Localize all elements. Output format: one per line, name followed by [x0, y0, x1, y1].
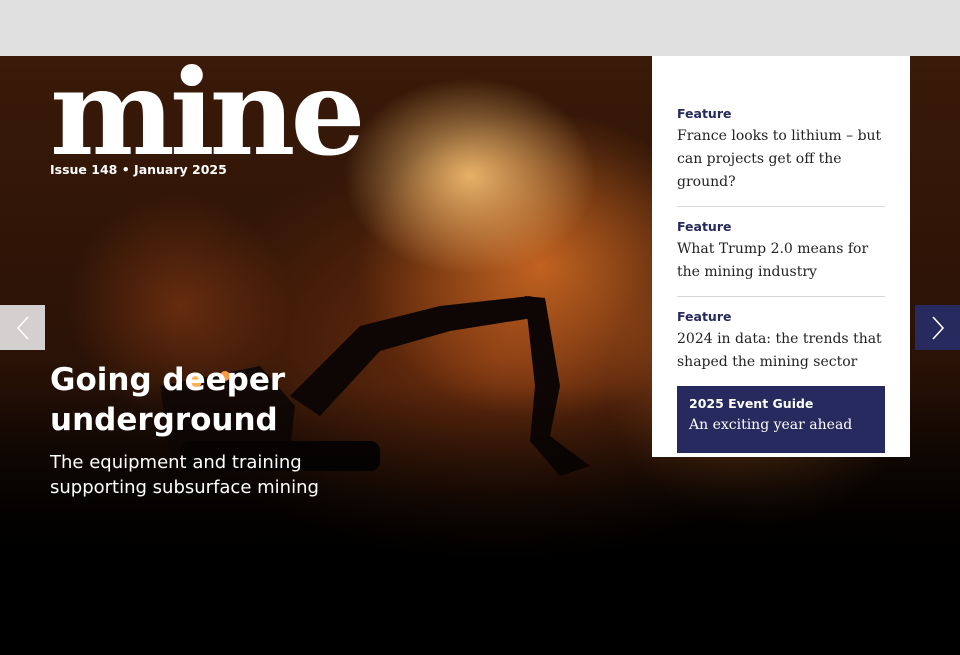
article-kicker: Feature	[677, 219, 732, 234]
hero-headline[interactable]: Going deeper underground	[50, 360, 380, 440]
article-link[interactable]: What Trump 2.0 means for the mining indu…	[677, 238, 885, 284]
article-link[interactable]: 2024 in data: the trends that shaped the…	[677, 328, 885, 374]
promo-title: 2025 Event Guide	[689, 396, 814, 411]
mine-logo[interactable]: mine	[50, 48, 360, 160]
next-slide-button[interactable]	[915, 305, 960, 350]
promo-text: An exciting year ahead	[689, 417, 853, 433]
issue-date: Issue 148 • January 2025	[50, 162, 227, 177]
svg-text:mine: mine	[50, 48, 360, 160]
article-link[interactable]: France looks to lithium – but can projec…	[677, 125, 885, 194]
event-guide-promo[interactable]: 2025 Event Guide An exciting year ahead	[677, 386, 885, 453]
article-item[interactable]: Feature France looks to lithium – but ca…	[677, 106, 885, 207]
article-kicker: Feature	[677, 106, 732, 121]
chevron-left-icon	[16, 315, 29, 340]
chevron-right-icon	[931, 315, 944, 340]
prev-slide-button[interactable]	[0, 305, 45, 350]
hero-subhead: The equipment and training supporting su…	[50, 452, 319, 498]
article-item[interactable]: Feature 2024 in data: the trends that sh…	[677, 309, 885, 386]
article-item[interactable]: Feature What Trump 2.0 means for the min…	[677, 219, 885, 297]
article-kicker: Feature	[677, 309, 732, 324]
featured-articles-panel: Feature France looks to lithium – but ca…	[652, 56, 910, 457]
